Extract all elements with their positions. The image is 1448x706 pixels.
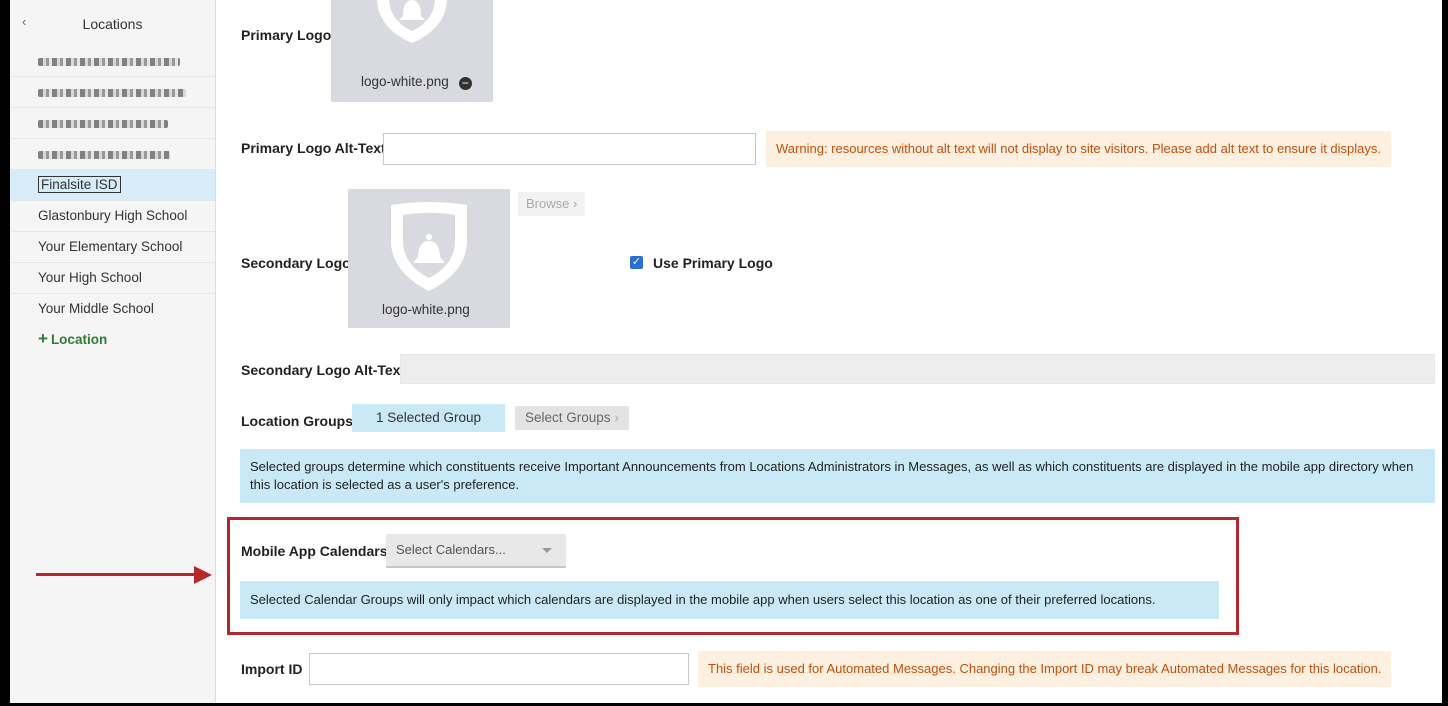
sidebar-item-your-high-school[interactable]: Your High School [10,263,215,294]
alt-text-warning: Warning: resources without alt text will… [766,131,1392,167]
primary-logo-alt-input[interactable] [383,133,756,165]
annotation-highlight-box [227,517,1239,635]
primary-logo-alt-label: Primary Logo Alt-Text [241,140,386,156]
import-id-label: Import ID [241,661,303,677]
redacted-location[interactable] [10,108,215,139]
location-groups-label: Location Groups [241,413,353,429]
sidebar-title: Locations [82,16,143,32]
locations-sidebar: ‹ Locations Finalsite ISD Glastonbury Hi… [10,0,216,703]
selected-groups-button[interactable]: 1 Selected Group [352,404,506,432]
location-label: Finalsite ISD [38,176,121,193]
import-id-input[interactable] [309,653,689,685]
annotation-arrow-head [194,566,212,584]
sidebar-item-your-elementary-school[interactable]: Your Elementary School [10,232,215,263]
redacted-location[interactable] [10,46,215,77]
primary-logo-file: logo-white.png [361,74,449,89]
plus-icon: + [38,329,48,348]
secondary-logo-filename: logo-white.png [382,302,470,317]
sidebar-item-finalsite-isd[interactable]: Finalsite ISD [10,170,215,201]
add-location-label: Location [50,332,108,347]
annotation-arrow [36,573,200,576]
browse-label: Browse [526,196,570,211]
primary-logo-label: Primary Logo [241,27,332,43]
chevron-right-icon: › [572,196,578,211]
primary-logo-preview: logo-white.png − [331,0,493,102]
browse-button: Browse › [518,192,586,216]
redacted-location[interactable] [10,77,215,108]
sidebar-item-your-middle-school[interactable]: Your Middle School [10,294,215,325]
remove-logo-icon[interactable]: − [458,77,472,90]
secondary-logo-alt-input [400,354,1435,384]
shield-bell-icon [377,0,447,43]
secondary-logo-alt-label: Secondary Logo Alt-Text [241,362,406,378]
select-groups-button[interactable]: Select Groups › [515,406,629,430]
secondary-logo-preview: logo-white.png [348,189,510,328]
sidebar-header: ‹ Locations [10,0,215,46]
use-primary-logo-checkbox[interactable]: ✓ [630,256,643,269]
groups-info-box: Selected groups determine which constitu… [240,449,1435,503]
chevron-right-icon: › [614,410,619,425]
redacted-location[interactable] [10,139,215,170]
secondary-logo-label: Secondary Logo [241,255,351,271]
primary-logo-filename: logo-white.png − [361,74,472,90]
select-groups-label: Select Groups [525,410,611,425]
app-frame: ‹ Locations Finalsite ISD Glastonbury Hi… [10,0,1442,703]
use-primary-logo-label: Use Primary Logo [653,255,773,271]
sidebar-item-glastonbury-high-school[interactable]: Glastonbury High School [10,201,215,232]
add-location-button[interactable]: + Location [10,325,215,353]
import-id-warning: This field is used for Automated Message… [698,651,1392,687]
shield-bell-icon [391,202,467,291]
